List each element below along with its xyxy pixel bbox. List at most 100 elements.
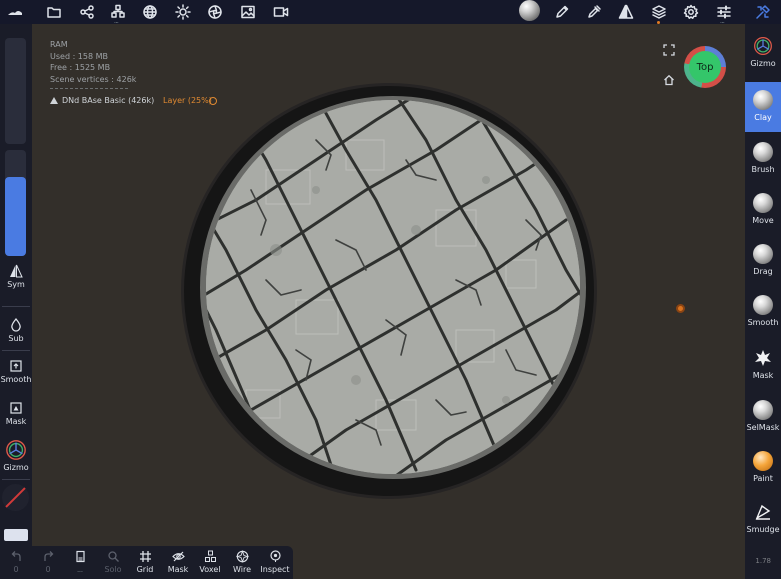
sub-toggle[interactable]: Sub — [0, 318, 32, 343]
undo-count: 0 — [13, 565, 19, 574]
grid-label: Grid — [136, 565, 154, 574]
help-tools-icon[interactable] — [752, 1, 774, 23]
sym-label: Sym — [7, 280, 25, 289]
video-icon[interactable] — [270, 1, 292, 23]
solo-label: Solo — [104, 565, 122, 574]
solo-button[interactable]: Solo — [97, 550, 129, 574]
tool-label: Move — [752, 216, 774, 225]
mask-label: Mask — [167, 565, 189, 574]
gizmo-icon — [754, 37, 772, 55]
scene-tree-icon[interactable]: ... — [107, 1, 129, 25]
redo-count: 0 — [45, 565, 51, 574]
sliders-icon[interactable]: ... — [713, 1, 735, 25]
camera-film-icon[interactable] — [204, 1, 226, 23]
sub-label: Sub — [8, 334, 24, 343]
bottom-toolbar: 0 0 ... Solo Grid Mask Voxel Wire Inspec… — [0, 546, 293, 579]
tool-selmask[interactable]: SelMask — [745, 392, 781, 442]
matcap-sphere-icon[interactable] — [519, 0, 540, 21]
tool-label: Gizmo — [750, 59, 776, 68]
inspect-button[interactable]: Inspect — [259, 550, 291, 574]
eye-off-icon — [171, 550, 185, 563]
tool-drag[interactable]: Drag — [745, 236, 781, 286]
inspect-label: Inspect — [260, 565, 290, 574]
left-divider — [2, 306, 30, 307]
left-divider — [2, 479, 30, 480]
voxel-button[interactable]: Voxel — [194, 550, 226, 574]
undo-button[interactable]: 0 — [0, 550, 32, 574]
solo-search-icon — [107, 550, 120, 563]
inspect-icon — [269, 550, 282, 563]
tool-paint[interactable]: Paint — [745, 443, 781, 493]
wire-button[interactable]: Wire — [226, 549, 258, 574]
mesh-triangle-icon — [50, 97, 58, 104]
right-tool-panel: Gizmo Clay Brush Move Drag Smooth Mask S… — [745, 24, 781, 579]
frame-view-icon[interactable] — [663, 44, 675, 56]
layers-icon[interactable] — [648, 1, 670, 24]
voxel-label: Voxel — [199, 565, 221, 574]
view-cube-face: Top — [689, 51, 721, 83]
tool-move[interactable]: Move — [745, 185, 781, 235]
layer-settings-icon[interactable] — [209, 97, 217, 105]
scene-stats: RAM Used : 158 MB Free : 1525 MB Scene v… — [50, 39, 136, 85]
scene-vertices: Scene vertices : 426k — [50, 74, 137, 84]
cobblestone-surface — [206, 100, 580, 474]
left-panel: Sym Sub Smooth Mask Gizmo — [0, 24, 32, 579]
smooth-brush-icon — [753, 295, 773, 315]
top-toolbar: ... ... — [0, 0, 781, 25]
mask-box-icon — [10, 402, 22, 414]
tool-smooth[interactable]: Smooth — [745, 287, 781, 337]
pen-icon[interactable] — [551, 1, 573, 23]
mask-toggle[interactable]: Mask — [0, 401, 32, 426]
tool-label: Smooth — [747, 318, 779, 327]
home-view-icon[interactable] — [663, 74, 675, 86]
wire-label: Wire — [233, 565, 251, 574]
radius-slider[interactable] — [5, 38, 26, 144]
selmask-icon — [753, 400, 773, 420]
wire-sphere-icon — [235, 549, 249, 564]
brush-icon — [753, 142, 773, 162]
left-divider — [2, 350, 30, 351]
pivot-point[interactable] — [676, 304, 685, 313]
material-swatch[interactable] — [4, 529, 28, 541]
symmetry-icon[interactable] — [615, 1, 637, 23]
redo-icon — [42, 550, 55, 563]
more-dots-icon: ... — [77, 567, 83, 574]
tool-brush[interactable]: Brush — [745, 134, 781, 184]
tool-gizmo[interactable]: Gizmo — [745, 26, 781, 76]
view-cube[interactable]: Top — [684, 46, 726, 88]
layer-label[interactable]: Layer (25%) — [163, 96, 212, 105]
gizmo-toggle[interactable]: Gizmo — [0, 439, 32, 472]
ram-free: Free : 1525 MB — [50, 63, 111, 72]
sphere-grid-icon[interactable] — [139, 1, 161, 23]
tool-clay[interactable]: Clay — [745, 82, 781, 132]
sym-toggle[interactable]: Sym — [0, 264, 32, 289]
history-stack-icon — [74, 550, 87, 563]
ram-label: RAM — [50, 40, 68, 49]
redo-button[interactable]: 0 — [32, 550, 64, 574]
app-logo-icon[interactable] — [4, 1, 26, 23]
dropper-icon[interactable] — [583, 1, 605, 23]
settings-icon[interactable] — [680, 1, 702, 23]
share-nodes-icon[interactable] — [76, 1, 98, 23]
smooth-label: Smooth — [0, 375, 32, 384]
smudge-icon — [755, 504, 771, 520]
smooth-box-icon — [10, 360, 22, 372]
grid-button[interactable]: Grid — [129, 550, 161, 574]
move-brush-icon — [753, 193, 773, 213]
tool-label: Clay — [754, 113, 772, 122]
color-swatch[interactable] — [2, 484, 29, 511]
folder-icon[interactable] — [43, 1, 65, 23]
gizmo-icon — [6, 440, 26, 460]
ram-used: Used : 158 MB — [50, 51, 109, 61]
drag-brush-icon — [753, 244, 773, 264]
mesh-name-row[interactable]: DNd BAse Basic (426k) — [50, 96, 154, 105]
history-button[interactable]: ... — [64, 550, 96, 574]
tool-mask[interactable]: Mask — [745, 340, 781, 390]
tool-label: Mask — [752, 371, 774, 380]
image-icon[interactable] — [237, 1, 259, 23]
sun-icon[interactable] — [172, 1, 194, 23]
mask-visibility-button[interactable]: Mask — [162, 550, 194, 574]
smooth-toggle[interactable]: Smooth — [0, 359, 32, 384]
tool-smudge[interactable]: Smudge — [745, 494, 781, 544]
cobblestone-pattern — [206, 100, 580, 474]
